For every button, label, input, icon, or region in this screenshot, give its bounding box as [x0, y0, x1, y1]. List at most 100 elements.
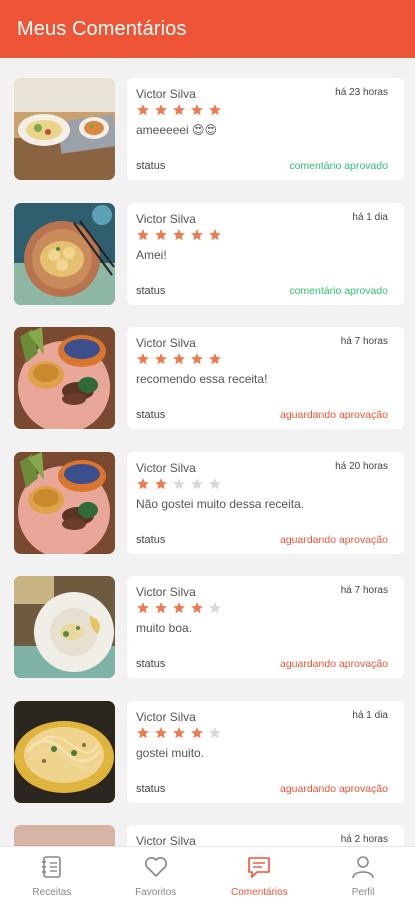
comment-text: Amei! — [136, 247, 167, 262]
comment-time: há 1 dia — [352, 709, 388, 721]
status-label: status — [136, 160, 166, 172]
recipe-thumbnail[interactable] — [14, 202, 115, 305]
comment-item[interactable]: Victor Silva há 20 horas Não gostei muit… — [14, 451, 404, 554]
star-filled-icon — [190, 601, 204, 620]
comment-author: Victor Silva — [136, 211, 196, 226]
comment-card[interactable]: Victor Silva há 20 horas Não gostei muit… — [127, 451, 404, 554]
recipe-thumbnail[interactable] — [14, 825, 115, 846]
comment-author: Victor Silva — [136, 460, 196, 475]
nav-item-comentários[interactable]: Comentários — [208, 847, 312, 900]
comment-card[interactable]: Victor Silva há 2 horas — [127, 825, 404, 846]
nav-item-receitas[interactable]: Receitas — [0, 847, 104, 900]
nav-label: Favoritos — [135, 887, 177, 898]
star-filled-icon — [136, 103, 150, 122]
comment-item[interactable]: Victor Silva há 1 dia Amei! status comen… — [14, 202, 404, 305]
status-badge: aguardando aprovação — [279, 409, 388, 421]
rating-stars — [136, 726, 222, 745]
comment-time: há 23 horas — [335, 87, 388, 98]
recipe-thumbnail[interactable] — [14, 576, 115, 678]
comment-time: há 1 dia — [352, 211, 388, 223]
star-filled-icon — [208, 103, 222, 122]
rating-stars — [136, 601, 222, 620]
star-filled-icon — [136, 228, 150, 247]
star-filled-icon — [154, 103, 168, 122]
comment-item[interactable]: Victor Silva há 7 horas recomendo essa r… — [14, 327, 404, 429]
nav-label: Receitas — [32, 887, 72, 898]
comment-card[interactable]: Victor Silva há 7 horas muito boa. statu… — [127, 576, 404, 678]
comment-card[interactable]: Victor Silva há 7 horas recomendo essa r… — [127, 327, 404, 429]
heart-icon — [143, 854, 169, 885]
star-filled-icon — [154, 228, 168, 247]
comment-card[interactable]: Victor Silva há 1 dia Amei! status comen… — [127, 202, 404, 305]
star-filled-icon — [190, 103, 204, 122]
star-filled-icon — [154, 352, 168, 371]
star-filled-icon — [208, 352, 222, 371]
rating-stars — [136, 103, 222, 122]
comment-author: Victor Silva — [136, 709, 196, 724]
comment-text: gostei muito. — [136, 745, 205, 760]
recipe-thumbnail[interactable] — [14, 451, 115, 554]
star-empty-icon — [208, 601, 222, 620]
comment-text: ameeeeei 😍😍 — [136, 123, 218, 137]
comment-text: muito boa. — [136, 621, 193, 635]
recipe-thumbnail[interactable] — [14, 700, 115, 803]
status-badge: aguardando aprovação — [279, 533, 388, 546]
comment-card[interactable]: Victor Silva há 23 horas ameeeeei 😍😍 sta… — [127, 78, 404, 180]
nav-label: Comentários — [231, 887, 288, 898]
comments-list[interactable]: Victor Silva há 23 horas ameeeeei 😍😍 sta… — [0, 58, 415, 846]
comment-author: Victor Silva — [136, 336, 196, 350]
star-filled-icon — [190, 352, 204, 371]
comment-item[interactable]: Victor Silva há 1 dia gostei muito. stat… — [14, 700, 404, 803]
star-filled-icon — [190, 228, 204, 247]
star-filled-icon — [172, 601, 186, 620]
status-label: status — [136, 782, 166, 795]
app-header: Meus Comentários — [0, 0, 415, 58]
star-filled-icon — [154, 601, 168, 620]
comment-text: recomendo essa receita! — [136, 372, 268, 386]
status-label: status — [136, 409, 166, 421]
comment-time: há 7 horas — [340, 336, 388, 347]
rating-stars — [136, 477, 222, 496]
user-icon — [350, 854, 376, 885]
status-label: status — [136, 533, 166, 546]
nav-item-favoritos[interactable]: Favoritos — [104, 847, 208, 900]
status-badge: aguardando aprovação — [279, 782, 388, 795]
star-filled-icon — [190, 726, 204, 745]
star-filled-icon — [154, 477, 168, 496]
rating-stars — [136, 228, 222, 247]
comment-text: Não gostei muito dessa receita. — [136, 496, 305, 511]
star-filled-icon — [172, 228, 186, 247]
star-empty-icon — [172, 477, 186, 496]
status-label: status — [136, 658, 166, 670]
comment-item[interactable]: Victor Silva há 2 horas — [14, 825, 404, 846]
star-empty-icon — [208, 726, 222, 745]
star-filled-icon — [172, 726, 186, 745]
star-filled-icon — [172, 103, 186, 122]
comment-time: há 20 horas — [335, 460, 388, 472]
rating-stars — [136, 352, 222, 371]
comment-author: Victor Silva — [136, 834, 196, 846]
star-filled-icon — [136, 477, 150, 496]
star-filled-icon — [172, 352, 186, 371]
status-badge: comentário aprovado — [289, 284, 388, 297]
recipe-thumbnail[interactable] — [14, 78, 115, 180]
recipe-book-icon — [39, 854, 65, 885]
status-badge: comentário aprovado — [289, 160, 388, 172]
page-title: Meus Comentários — [17, 17, 187, 40]
star-filled-icon — [136, 726, 150, 745]
comment-author: Victor Silva — [136, 87, 196, 101]
star-filled-icon — [136, 601, 150, 620]
nav-label: Perfil — [351, 887, 375, 898]
star-empty-icon — [190, 477, 204, 496]
status-badge: aguardando aprovação — [279, 658, 388, 670]
comment-item[interactable]: Victor Silva há 23 horas ameeeeei 😍😍 sta… — [14, 78, 404, 180]
recipe-thumbnail[interactable] — [14, 327, 115, 429]
star-filled-icon — [136, 352, 150, 371]
bottom-navigation: Receitas Favoritos Comentários Perfil — [0, 846, 415, 900]
nav-item-perfil[interactable]: Perfil — [311, 847, 415, 900]
comment-icon — [246, 854, 272, 885]
comment-card[interactable]: Victor Silva há 1 dia gostei muito. stat… — [127, 700, 404, 803]
comment-time: há 2 horas — [340, 834, 388, 845]
comment-item[interactable]: Victor Silva há 7 horas muito boa. statu… — [14, 576, 404, 678]
star-filled-icon — [208, 228, 222, 247]
